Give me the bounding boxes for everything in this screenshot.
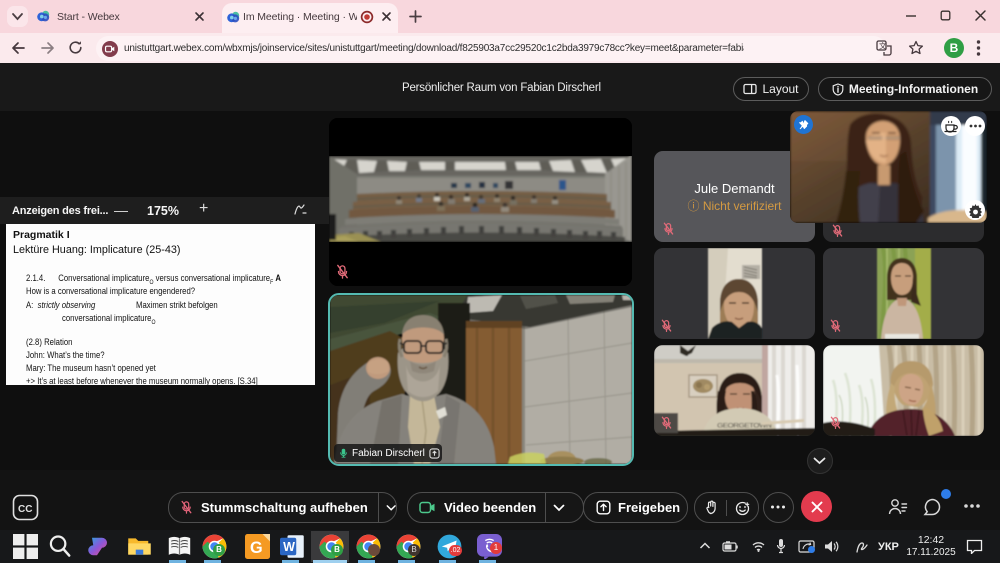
svg-text:文: 文 [879, 41, 887, 51]
svg-text:W: W [283, 540, 295, 554]
svg-text:G: G [250, 539, 263, 557]
svg-text:CC: CC [18, 504, 32, 515]
